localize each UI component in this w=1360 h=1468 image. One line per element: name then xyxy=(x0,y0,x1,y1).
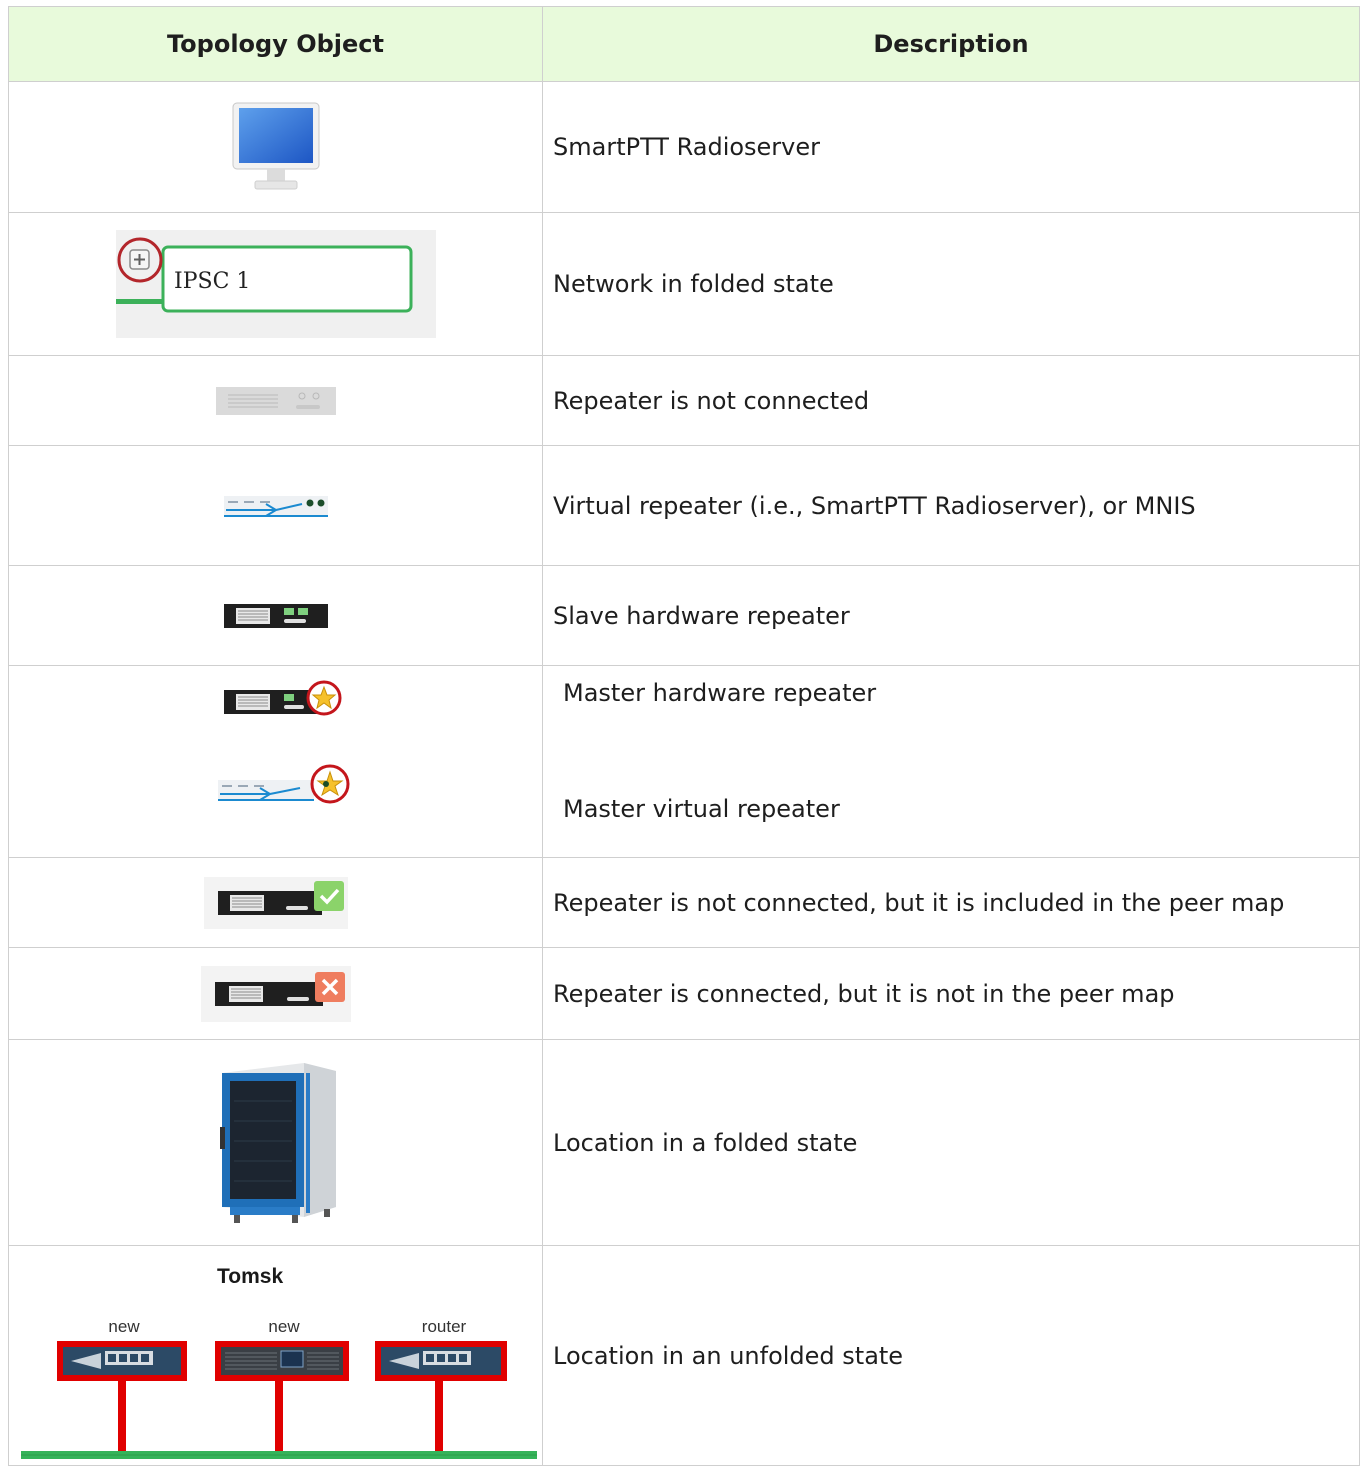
topology-objects-table: Topology Object Description SmartPTT Rad… xyxy=(8,6,1360,1466)
description-cell: Master hardware repeater Master virtual … xyxy=(542,665,1360,858)
object-cell xyxy=(8,947,543,1040)
master-virtual-repeater-icon xyxy=(218,764,350,804)
description-cell: Location in an unfolded state xyxy=(542,1245,1360,1466)
location-unfolded-icon: Tomsk new new router xyxy=(9,1247,542,1465)
description-cell: Location in a folded state xyxy=(542,1039,1360,1246)
repeater-not-in-peer-map-icon xyxy=(200,965,351,1022)
header-topology-object: Topology Object xyxy=(8,6,543,82)
network-folded-icon[interactable]: IPSC 1 xyxy=(115,230,436,338)
object-cell xyxy=(8,355,543,446)
object-cell: IPSC 1 xyxy=(8,212,543,356)
description-cell: Slave hardware repeater xyxy=(542,565,1360,666)
network-label: IPSC 1 xyxy=(174,269,250,294)
description-cell: Repeater is connected, but it is not in … xyxy=(542,947,1360,1040)
description-cell: SmartPTT Radioserver xyxy=(542,81,1360,213)
header-description: Description xyxy=(542,6,1360,82)
object-cell xyxy=(8,81,543,213)
table-row: SmartPTT Radioserver xyxy=(8,81,1360,213)
object-cell: Tomsk new new router xyxy=(8,1245,543,1466)
table-row: Repeater is not connected, but it is inc… xyxy=(8,857,1360,948)
monitor-icon xyxy=(232,102,319,190)
virtual-repeater-icon xyxy=(223,495,328,517)
description-cell: Repeater is not connected, but it is inc… xyxy=(542,857,1360,948)
location-title: Tomsk xyxy=(217,1264,284,1288)
description-cell: Repeater is not connected xyxy=(542,355,1360,446)
table-row: Repeater is connected, but it is not in … xyxy=(8,947,1360,1040)
device-panel-icon xyxy=(215,1340,349,1421)
object-cell xyxy=(8,665,543,858)
object-cell xyxy=(8,445,543,566)
device-switch-icon xyxy=(57,1340,187,1421)
device-label: router xyxy=(421,1316,467,1336)
device-label: new xyxy=(268,1316,300,1336)
master-virtual-description: Master virtual repeater xyxy=(563,794,840,823)
location-topology-diagram xyxy=(21,1340,537,1459)
device-label: new xyxy=(108,1316,140,1336)
master-hardware-description: Master hardware repeater xyxy=(563,678,877,707)
table-row: Repeater is not connected xyxy=(8,355,1360,446)
repeater-in-peer-map-icon xyxy=(203,876,348,929)
object-cell xyxy=(8,565,543,666)
description-cell: Network in folded state xyxy=(542,212,1360,356)
object-cell xyxy=(8,857,543,948)
table-row: Slave hardware repeater xyxy=(8,565,1360,666)
table-header-row: Topology Object Description xyxy=(8,6,1360,82)
table-row: Tomsk new new router Location in an unfo… xyxy=(8,1245,1360,1466)
device-router-icon xyxy=(375,1340,507,1421)
table-row: Virtual repeater (i.e., SmartPTT Radiose… xyxy=(8,445,1360,566)
table-row: IPSC 1 Network in folded state xyxy=(8,212,1360,356)
table-row: Location in a folded state xyxy=(8,1039,1360,1246)
table-row: Master hardware repeater Master virtual … xyxy=(8,665,1360,858)
object-cell xyxy=(8,1039,543,1246)
repeater-disconnected-icon xyxy=(215,386,336,415)
server-cabinet-icon xyxy=(219,1062,336,1223)
description-cell: Virtual repeater (i.e., SmartPTT Radiose… xyxy=(542,445,1360,566)
master-hardware-repeater-icon xyxy=(224,680,342,716)
slave-repeater-icon xyxy=(223,603,328,628)
